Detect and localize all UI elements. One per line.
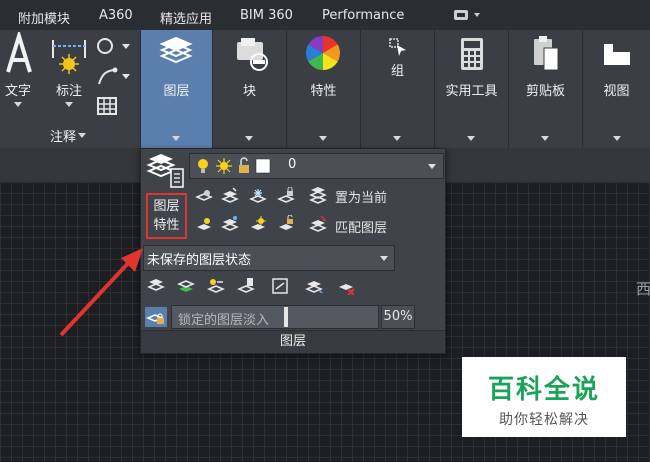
group-button-label: 组 <box>390 64 404 79</box>
watermark-subtitle: 助你轻松解决 <box>499 412 589 428</box>
block-dropdown-icon <box>245 136 253 141</box>
viewcube-west-label[interactable]: 西 <box>636 278 650 299</box>
locked-layer-fade-label: 锁定的图层淡入 <box>178 313 270 328</box>
clipboard-button-label: 剪贴板 <box>525 84 565 99</box>
layer-freeze-icon[interactable] <box>249 187 267 205</box>
text-icon[interactable] <box>2 32 36 76</box>
locked-layer-fade-value[interactable]: 50% <box>381 305 415 329</box>
red-arrow-annotation <box>59 248 143 337</box>
text-button-label[interactable]: 文字 <box>2 80 34 99</box>
layers-expanded-panel: 0 图层 特性 置为当前 匹配图层 未保存的图层状态 锁定的图层淡入 50% 图… <box>140 148 446 354</box>
view-button-label: 视图 <box>603 84 630 99</box>
layer-dropdown-arrow-icon[interactable] <box>428 164 436 169</box>
utilities-dropdown-icon <box>467 136 475 141</box>
current-layer-dropdown[interactable]: 0 <box>189 153 444 179</box>
utilities-button[interactable]: 实用工具 <box>435 30 508 148</box>
layer-freeze-viewport-icon[interactable] <box>271 277 289 295</box>
block-icon <box>237 38 268 71</box>
group-icon <box>389 38 406 56</box>
view-icon <box>604 44 630 65</box>
layer-unisolate-icon[interactable] <box>221 215 239 233</box>
layer-properties-label-line2: 特性 <box>153 218 180 233</box>
group-button[interactable]: 组 <box>361 30 434 148</box>
block-button-label: 块 <box>242 84 256 99</box>
layer-unlock-icon[interactable] <box>277 215 295 233</box>
layers-dropdown-icon <box>172 136 180 141</box>
layer-lock-icon[interactable] <box>277 187 295 205</box>
tab-featured-apps[interactable]: 精选应用 <box>160 8 212 27</box>
match-layer-icon[interactable] <box>309 215 327 233</box>
layer-properties-label-line1: 图层 <box>153 199 180 214</box>
view-dropdown-icon <box>613 136 621 141</box>
layer-off-icon[interactable] <box>195 187 213 205</box>
layers-stack-icon <box>159 36 193 64</box>
tab-addons[interactable]: 附加模块 <box>18 8 70 27</box>
layer-properties-icon[interactable] <box>145 153 185 189</box>
layers-panel-caption: 图层 <box>141 330 445 353</box>
calculator-icon <box>461 38 483 70</box>
watermark-title: 百科全说 <box>487 375 600 405</box>
change-to-current-icon[interactable] <box>207 277 225 295</box>
layer-walk-icon[interactable] <box>177 277 195 295</box>
annotation-panel-dropdown-icon[interactable] <box>78 133 86 138</box>
properties-button[interactable]: 特性 <box>287 30 360 148</box>
ribbon-tab-bar: 附加模块 A360 精选应用 BIM 360 Performance <box>0 0 650 30</box>
view-button[interactable]: 视图 <box>583 30 650 148</box>
set-current-icon[interactable] <box>309 187 327 205</box>
clipboard-button[interactable]: 剪贴板 <box>509 30 582 148</box>
layer-merge-icon[interactable] <box>305 277 323 295</box>
group-dropdown-icon <box>393 136 401 141</box>
table-icon[interactable] <box>96 96 118 116</box>
match-layer-label[interactable]: 匹配图层 <box>335 217 387 236</box>
layer-state-value: 未保存的图层状态 <box>147 253 252 268</box>
clipboard-dropdown-icon <box>541 136 549 141</box>
dimension-icon[interactable] <box>50 36 88 76</box>
utilities-button-label: 实用工具 <box>445 84 498 99</box>
properties-button-label: 特性 <box>310 84 337 99</box>
layer-isolate-icon[interactable] <box>221 187 239 205</box>
layer-state-icons <box>198 157 271 174</box>
copy-to-layer-icon[interactable] <box>237 277 255 295</box>
layer-delete-icon[interactable] <box>337 277 355 295</box>
clipboard-icon <box>534 36 559 71</box>
layers-button-label: 图层 <box>163 84 190 99</box>
locked-layer-fade-slider-handle[interactable] <box>284 307 288 327</box>
ribbon-display-toggle-icon[interactable] <box>452 6 482 24</box>
ribbon: 文字 标注 注释 图层 块 特性 组 实用工具 剪贴板 视图 <box>0 30 650 148</box>
block-button[interactable]: 块 <box>213 30 286 148</box>
tab-performance[interactable]: Performance <box>322 8 404 23</box>
watermark-box: 百科全说 助你轻松解决 <box>462 357 626 437</box>
layer-thaw-icon[interactable] <box>249 215 267 233</box>
annotation-panel: 文字 标注 注释 <box>0 30 140 148</box>
layers-button[interactable]: 图层 <box>141 30 212 148</box>
properties-dropdown-icon <box>319 136 327 141</box>
layer-on-icon[interactable] <box>195 215 213 233</box>
dimension-dropdown-icon[interactable] <box>65 102 73 107</box>
current-layer-name: 0 <box>288 157 297 172</box>
layer-properties-highlight[interactable]: 图层 特性 <box>146 193 187 239</box>
leader-icon[interactable] <box>96 36 132 56</box>
multileader-icon[interactable] <box>96 66 132 86</box>
locked-layer-fade-slider[interactable]: 锁定的图层淡入 <box>171 305 379 329</box>
tab-a360[interactable]: A360 <box>99 8 133 23</box>
set-current-label[interactable]: 置为当前 <box>335 187 387 206</box>
color-wheel-icon <box>306 36 340 70</box>
layer-state-dropdown[interactable]: 未保存的图层状态 <box>143 245 395 271</box>
tab-bim360[interactable]: BIM 360 <box>240 8 293 23</box>
text-dropdown-icon[interactable] <box>14 102 22 107</box>
layer-state-dropdown-arrow-icon[interactable] <box>380 256 388 261</box>
dimension-button-label[interactable]: 标注 <box>50 80 88 99</box>
